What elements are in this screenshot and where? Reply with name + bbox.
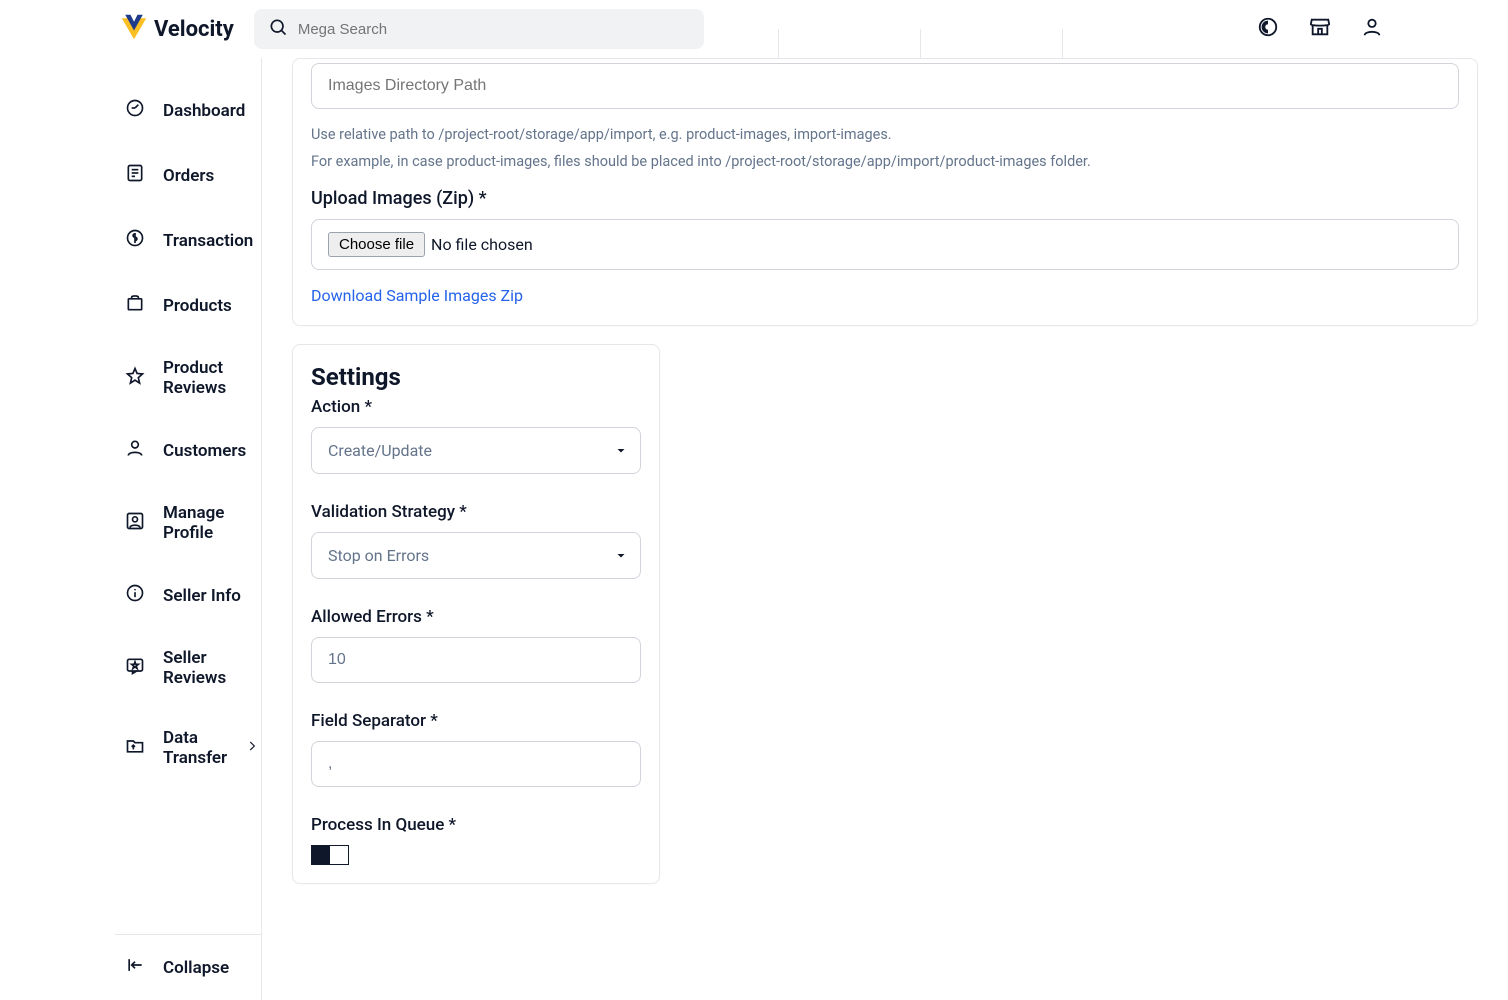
- main-content: Use relative path to /project-root/stora…: [262, 58, 1508, 1000]
- upload-label: Upload Images (Zip) *: [311, 188, 1459, 209]
- review-icon: [125, 656, 145, 681]
- settings-card: Settings Action * Create/Update Validati…: [292, 344, 660, 884]
- transaction-icon: [125, 228, 145, 253]
- action-select[interactable]: Create/Update: [311, 427, 641, 474]
- images-path-input[interactable]: [311, 63, 1459, 109]
- sidebar-item-label: Orders: [163, 166, 214, 186]
- sidebar-item-transaction[interactable]: Transaction: [115, 208, 261, 273]
- images-card: Use relative path to /project-root/stora…: [292, 58, 1478, 326]
- field-sep-input[interactable]: [311, 741, 641, 787]
- action-value: Create/Update: [311, 427, 641, 474]
- theme-icon[interactable]: [1257, 16, 1279, 42]
- queue-label: Process In Queue *: [311, 815, 641, 835]
- no-file-text: No file chosen: [431, 235, 533, 254]
- sidebar-item-label: Transaction: [163, 231, 253, 251]
- products-icon: [125, 293, 145, 318]
- store-icon[interactable]: [1309, 16, 1331, 42]
- sidebar-item-label: Manage Profile: [163, 503, 251, 543]
- sidebar-item-label: Seller Info: [163, 586, 241, 606]
- validation-value: Stop on Errors: [311, 532, 641, 579]
- search-input[interactable]: [298, 21, 690, 38]
- search-icon: [268, 17, 288, 41]
- images-help-2: For example, in case product-images, fil…: [311, 150, 1459, 175]
- sidebar-item-product-reviews[interactable]: Product Reviews: [115, 338, 261, 418]
- action-label: Action *: [311, 397, 641, 417]
- sidebar-item-orders[interactable]: Orders: [115, 143, 261, 208]
- allowed-errors-input[interactable]: [311, 637, 641, 683]
- star-icon: [125, 366, 145, 391]
- profile-icon: [125, 511, 145, 536]
- collapse-label: Collapse: [163, 958, 229, 978]
- orders-icon: [125, 163, 145, 188]
- dashboard-icon: [125, 98, 145, 123]
- settings-title: Settings: [311, 363, 641, 391]
- logo[interactable]: Velocity: [120, 13, 234, 45]
- info-icon: [125, 583, 145, 608]
- validation-label: Validation Strategy *: [311, 502, 641, 522]
- queue-toggle[interactable]: [311, 845, 349, 865]
- choose-file-button[interactable]: Choose file: [328, 232, 425, 257]
- sidebar-item-seller-info[interactable]: Seller Info: [115, 563, 261, 628]
- field-sep-label: Field Separator *: [311, 711, 641, 731]
- sidebar-item-label: Products: [163, 296, 232, 316]
- field-sep-wrap: [311, 741, 641, 787]
- sidebar-item-seller-reviews[interactable]: Seller Reviews: [115, 628, 261, 708]
- tab-marker: [779, 29, 921, 59]
- file-upload[interactable]: Choose file No file chosen: [311, 219, 1459, 270]
- spacer: [115, 788, 261, 934]
- layout: Dashboard Orders Transaction Products Pr…: [0, 58, 1508, 1000]
- header-actions: [1257, 16, 1383, 42]
- collapse-icon: [125, 955, 145, 980]
- user-icon[interactable]: [1361, 16, 1383, 42]
- tab-marker: [637, 29, 779, 59]
- logo-text: Velocity: [154, 17, 234, 42]
- allowed-errors-wrap: [311, 637, 641, 683]
- sidebar-item-label: Product Reviews: [163, 358, 251, 398]
- sidebar-item-label: Seller Reviews: [163, 648, 251, 688]
- sidebar: Dashboard Orders Transaction Products Pr…: [0, 58, 262, 1000]
- download-wrap: Download Sample Images Zip: [311, 286, 1459, 305]
- sidebar-item-products[interactable]: Products: [115, 273, 261, 338]
- images-help-1: Use relative path to /project-root/stora…: [311, 123, 1459, 148]
- sidebar-item-label: Dashboard: [163, 101, 245, 121]
- chevron-right-icon: [245, 738, 259, 758]
- validation-select[interactable]: Stop on Errors: [311, 532, 641, 579]
- sidebar-item-dashboard[interactable]: Dashboard: [115, 78, 261, 143]
- allowed-errors-label: Allowed Errors *: [311, 607, 641, 627]
- tab-marker: [921, 29, 1063, 59]
- sidebar-item-label: Data Transfer: [163, 728, 227, 768]
- sidebar-collapse[interactable]: Collapse: [115, 934, 261, 1000]
- logo-icon: [120, 13, 148, 45]
- customers-icon: [125, 438, 145, 463]
- sidebar-item-customers[interactable]: Customers: [115, 418, 261, 483]
- transfer-icon: [125, 736, 145, 761]
- sidebar-item-data-transfer[interactable]: Data Transfer: [115, 708, 261, 788]
- sidebar-item-label: Customers: [163, 441, 246, 461]
- toggle-inner: [312, 846, 330, 864]
- sidebar-item-manage-profile[interactable]: Manage Profile: [115, 483, 261, 563]
- download-sample-link[interactable]: Download Sample Images Zip: [311, 286, 523, 305]
